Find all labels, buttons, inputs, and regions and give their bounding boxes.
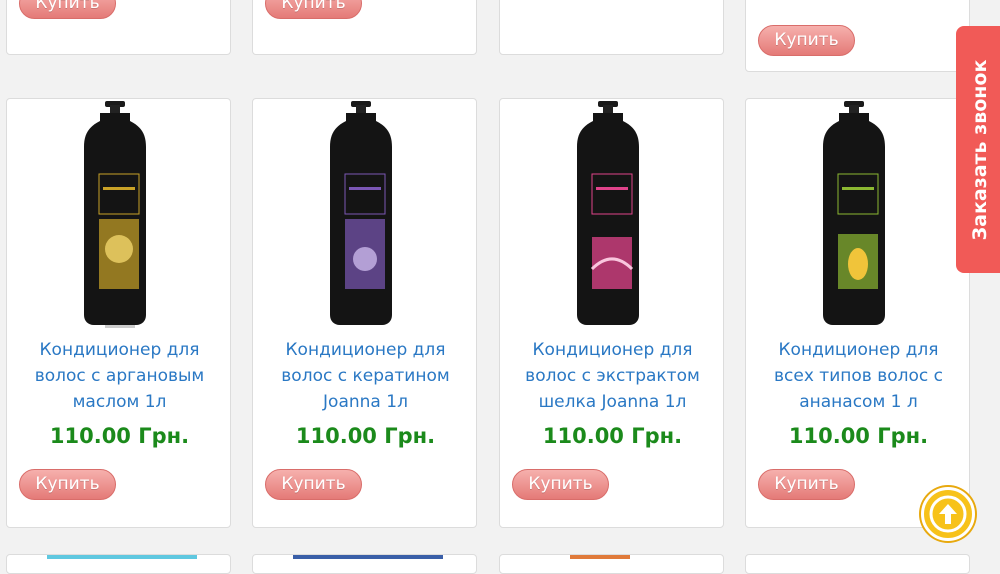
product-title-link[interactable]: Кондиционер для волос с экстрактом шелка… — [510, 337, 715, 415]
product-card-top-3 — [499, 0, 724, 55]
product-title-link[interactable]: Кондиционер для всех типов волос с анана… — [756, 337, 961, 415]
product-card: Кондиционер для волос с кератином Joanna… — [252, 98, 477, 528]
product-card: Кондиционер для всех типов волос с анана… — [745, 98, 970, 528]
buy-button[interactable]: Купить — [758, 469, 855, 500]
product-price: 110.00 Грн. — [788, 424, 929, 448]
product-price: 110.00 Грн. — [295, 424, 436, 448]
product-card-top-1: Купить — [6, 0, 231, 55]
product-card-top-4: Купить — [745, 0, 970, 72]
product-card-bottom-2 — [252, 554, 477, 574]
product-price: 110.00 Грн. — [542, 424, 683, 448]
scroll-to-top-button[interactable] — [921, 487, 975, 541]
buy-button[interactable]: Купить — [512, 469, 609, 500]
product-image-partial — [47, 555, 197, 559]
product-image[interactable] — [7, 99, 230, 334]
product-image[interactable] — [746, 99, 969, 334]
product-image-partial — [293, 555, 443, 559]
buy-button[interactable]: Купить — [265, 469, 362, 500]
callback-tab[interactable]: Заказать звонок — [956, 26, 1000, 273]
product-image-partial — [570, 555, 630, 559]
product-image[interactable] — [500, 99, 723, 334]
product-card: Кондиционер для волос с экстрактом шелка… — [499, 98, 724, 528]
product-title-link[interactable]: Кондиционер для волос с кератином Joanna… — [263, 337, 468, 415]
arrow-up-icon — [929, 495, 967, 533]
product-price: 110.00 Грн. — [49, 424, 190, 448]
product-image[interactable] — [253, 99, 476, 334]
buy-button[interactable]: Купить — [19, 0, 116, 19]
product-title-link[interactable]: Кондиционер для волос с аргановым маслом… — [17, 337, 222, 415]
product-card-bottom-3 — [499, 554, 724, 574]
buy-button[interactable]: Купить — [265, 0, 362, 19]
buy-button[interactable]: Купить — [758, 25, 855, 56]
product-card-top-2: Купить — [252, 0, 477, 55]
product-card-bottom-4 — [745, 554, 970, 574]
product-card-bottom-1 — [6, 554, 231, 574]
product-card: Кондиционер для волос с аргановым маслом… — [6, 98, 231, 528]
buy-button[interactable]: Купить — [19, 469, 116, 500]
callback-label: Заказать звонок — [969, 59, 991, 240]
